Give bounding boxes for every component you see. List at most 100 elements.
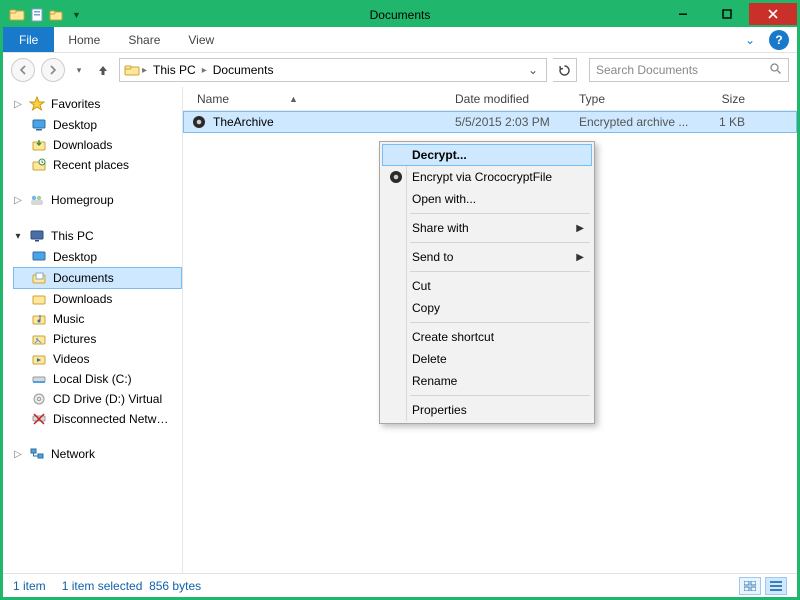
sidebar-item-localdisk[interactable]: Local Disk (C:)	[13, 369, 182, 389]
submenu-arrow-icon: ▶	[576, 223, 584, 234]
tab-share[interactable]: Share	[114, 27, 174, 52]
status-selection: 1 item selected	[62, 579, 143, 593]
videos-icon	[31, 351, 47, 367]
downloads-icon	[31, 291, 47, 307]
archive-icon	[191, 114, 207, 130]
address-dropdown-icon[interactable]: ⌄	[524, 63, 542, 77]
forward-button[interactable]	[41, 58, 65, 82]
sidebar-item-music[interactable]: Music	[13, 309, 182, 329]
chevron-right-icon[interactable]: ▷	[13, 195, 23, 206]
ribbon: File Home Share View ⌄ ?	[3, 27, 797, 53]
qat-newfolder-icon[interactable]	[49, 7, 65, 23]
file-tab[interactable]: File	[3, 27, 54, 52]
desktop-icon	[31, 117, 47, 133]
column-type[interactable]: Type	[573, 92, 695, 106]
ctx-cut[interactable]: Cut	[382, 275, 592, 297]
file-name: TheArchive	[213, 115, 274, 129]
sidebar-item-downloads[interactable]: Downloads	[13, 289, 182, 309]
qat-properties-icon[interactable]	[29, 7, 45, 23]
ctx-separator	[410, 242, 590, 243]
file-row[interactable]: TheArchive 5/5/2015 2:03 PM Encrypted ar…	[183, 111, 797, 133]
status-size: 856 bytes	[149, 579, 201, 593]
chevron-right-icon[interactable]: ▸	[202, 65, 207, 76]
chevron-right-icon[interactable]: ▷	[13, 99, 23, 110]
sidebar-label: This PC	[51, 229, 94, 243]
breadcrumb-documents[interactable]: Documents	[209, 63, 278, 77]
ctx-separator	[410, 271, 590, 272]
music-icon	[31, 311, 47, 327]
star-icon	[29, 96, 45, 112]
ctx-delete[interactable]: Delete	[382, 348, 592, 370]
chevron-down-icon[interactable]: ▾	[13, 231, 23, 242]
downloads-icon	[31, 137, 47, 153]
tab-home[interactable]: Home	[54, 27, 114, 52]
ctx-decrypt[interactable]: Decrypt...	[382, 144, 592, 166]
back-button[interactable]	[11, 58, 35, 82]
sidebar-item-netdrive[interactable]: Disconnected Network Drive	[13, 409, 182, 429]
cd-icon	[31, 391, 47, 407]
sidebar-item-cddrive[interactable]: CD Drive (D:) Virtual	[13, 389, 182, 409]
status-bar: 1 item 1 item selected 856 bytes	[3, 573, 797, 597]
ctx-sharewith[interactable]: Share with▶	[382, 217, 592, 239]
refresh-button[interactable]	[553, 58, 577, 82]
search-icon	[769, 62, 782, 78]
breadcrumb-thispc[interactable]: This PC	[149, 63, 200, 77]
search-input[interactable]: Search Documents	[589, 58, 789, 82]
sidebar-item-desktop[interactable]: Desktop	[13, 247, 182, 267]
computer-icon	[29, 228, 45, 244]
network-icon	[29, 446, 45, 462]
column-date[interactable]: Date modified	[449, 92, 573, 106]
ctx-openwith[interactable]: Open with...	[382, 188, 592, 210]
sidebar-thispc[interactable]: ▾ This PC	[13, 225, 182, 247]
ctx-copy[interactable]: Copy	[382, 297, 592, 319]
ctx-separator	[410, 213, 590, 214]
search-placeholder: Search Documents	[596, 63, 698, 77]
chevron-right-icon[interactable]: ▸	[142, 65, 147, 76]
sidebar-item-recent[interactable]: Recent places	[13, 155, 182, 175]
status-count: 1 item	[13, 579, 46, 593]
up-button[interactable]	[93, 60, 113, 80]
sidebar-label: Network	[51, 447, 95, 461]
tab-view[interactable]: View	[174, 27, 228, 52]
ctx-separator	[410, 322, 590, 323]
qat-dropdown-icon[interactable]: ▼	[69, 10, 84, 20]
recent-locations-icon[interactable]: ▾	[71, 62, 87, 78]
network-drive-icon	[31, 411, 47, 427]
sidebar-homegroup[interactable]: ▷ Homegroup	[13, 189, 182, 211]
sidebar-label: Favorites	[51, 97, 100, 111]
sidebar-item-videos[interactable]: Videos	[13, 349, 182, 369]
column-headers[interactable]: Name▲ Date modified Type Size	[183, 87, 797, 111]
sort-asc-icon: ▲	[289, 94, 298, 104]
file-type: Encrypted archive ...	[573, 115, 695, 129]
sidebar-item-pictures[interactable]: Pictures	[13, 329, 182, 349]
help-button[interactable]: ?	[769, 30, 789, 50]
sidebar-network[interactable]: ▷ Network	[13, 443, 182, 465]
maximize-button[interactable]	[705, 3, 749, 25]
sidebar-favorites[interactable]: ▷ Favorites	[13, 93, 182, 115]
sidebar-item-desktop[interactable]: Desktop	[13, 115, 182, 135]
column-size[interactable]: Size	[695, 92, 751, 106]
file-size: 1 KB	[695, 115, 751, 129]
sidebar-item-documents[interactable]: Documents	[13, 267, 182, 289]
ctx-rename[interactable]: Rename	[382, 370, 592, 392]
ribbon-expand-icon[interactable]: ⌄	[735, 27, 765, 52]
ctx-createshortcut[interactable]: Create shortcut	[382, 326, 592, 348]
sidebar-item-downloads[interactable]: Downloads	[13, 135, 182, 155]
titlebar[interactable]: ▼ Documents	[3, 3, 797, 27]
view-details-button[interactable]	[765, 577, 787, 595]
minimize-button[interactable]	[661, 3, 705, 25]
close-button[interactable]	[749, 3, 797, 25]
file-date: 5/5/2015 2:03 PM	[449, 115, 573, 129]
ctx-encrypt[interactable]: Encrypt via CrococryptFile	[382, 166, 592, 188]
pictures-icon	[31, 331, 47, 347]
ctx-sendto[interactable]: Send to▶	[382, 246, 592, 268]
documents-icon	[31, 270, 47, 286]
chevron-right-icon[interactable]: ▷	[13, 449, 23, 460]
column-name[interactable]: Name▲	[191, 92, 449, 106]
view-thumbnails-button[interactable]	[739, 577, 761, 595]
nav-pane[interactable]: ▷ Favorites Desktop Downloads Recent pla…	[3, 87, 183, 573]
drive-icon	[31, 371, 47, 387]
submenu-arrow-icon: ▶	[576, 252, 584, 263]
ctx-properties[interactable]: Properties	[382, 399, 592, 421]
address-bar[interactable]: ▸ This PC ▸ Documents ⌄	[119, 58, 547, 82]
